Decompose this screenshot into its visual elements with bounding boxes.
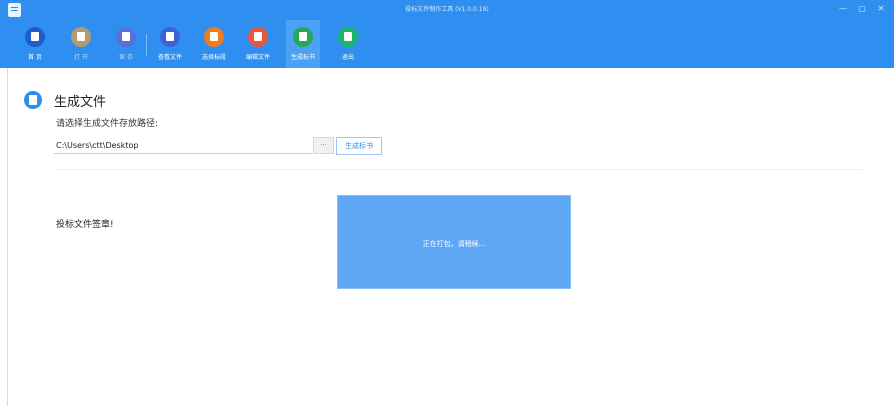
maximize-button[interactable]: ▢ xyxy=(855,2,869,16)
toolbar-open-button[interactable]: 打 开 xyxy=(64,20,98,68)
toolbar-view-file-button[interactable]: 查看文件 xyxy=(153,20,187,68)
divider xyxy=(56,169,862,170)
grid-icon xyxy=(204,27,224,47)
edit-icon xyxy=(248,27,268,47)
section-title: 生成文件 xyxy=(54,95,107,110)
toolbar-home-label: 首 页 xyxy=(28,54,42,61)
progress-text: 正在打包，请稍候... xyxy=(422,240,486,248)
main-toolbar: 首 页 打 开 保 存 查看文件 选择标段 编辑文件 生成标书 退出 xyxy=(0,20,894,68)
path-label: 请选择生成文件存放路径: xyxy=(56,119,159,129)
generate-icon xyxy=(293,27,313,47)
window-title: 投标文件制作工具 (V1.0.0.19) xyxy=(405,6,489,13)
toolbar-select-section-button[interactable]: 选择标段 xyxy=(197,20,231,68)
save-icon xyxy=(116,27,136,47)
document-icon xyxy=(24,91,42,109)
browse-button[interactable]: ··· xyxy=(313,137,334,154)
minimize-button[interactable]: — xyxy=(836,2,850,16)
folder-icon xyxy=(71,27,91,47)
toolbar-exit-button[interactable]: 退出 xyxy=(331,20,365,68)
title-bar: 投标文件制作工具 (V1.0.0.19) — ▢ ✕ xyxy=(0,0,894,20)
home-icon xyxy=(25,27,45,47)
toolbar-edit-file-button[interactable]: 编辑文件 xyxy=(241,20,275,68)
toolbar-exit-label: 退出 xyxy=(341,54,354,61)
toolbar-save-button[interactable]: 保 存 xyxy=(109,20,143,68)
close-button[interactable]: ✕ xyxy=(874,2,888,16)
left-border xyxy=(7,68,8,406)
toolbar-home-button[interactable]: 首 页 xyxy=(18,20,52,68)
toolbar-select-section-label: 选择标段 xyxy=(201,54,226,61)
path-input[interactable] xyxy=(54,137,312,154)
sign-label: 投标文件签章! xyxy=(56,220,114,230)
progress-overlay: 正在打包，请稍候... xyxy=(337,195,571,289)
toolbar-edit-file-label: 编辑文件 xyxy=(245,54,270,61)
toolbar-view-file-label: 查看文件 xyxy=(157,54,182,61)
toolbar-generate-button[interactable]: 生成标书 xyxy=(286,20,320,68)
file-view-icon xyxy=(160,27,180,47)
exit-icon xyxy=(338,27,358,47)
toolbar-generate-label: 生成标书 xyxy=(290,54,315,61)
toolbar-save-label: 保 存 xyxy=(119,54,133,61)
generate-bid-button[interactable]: 生成标书 xyxy=(336,137,382,155)
toolbar-open-label: 打 开 xyxy=(74,54,88,61)
